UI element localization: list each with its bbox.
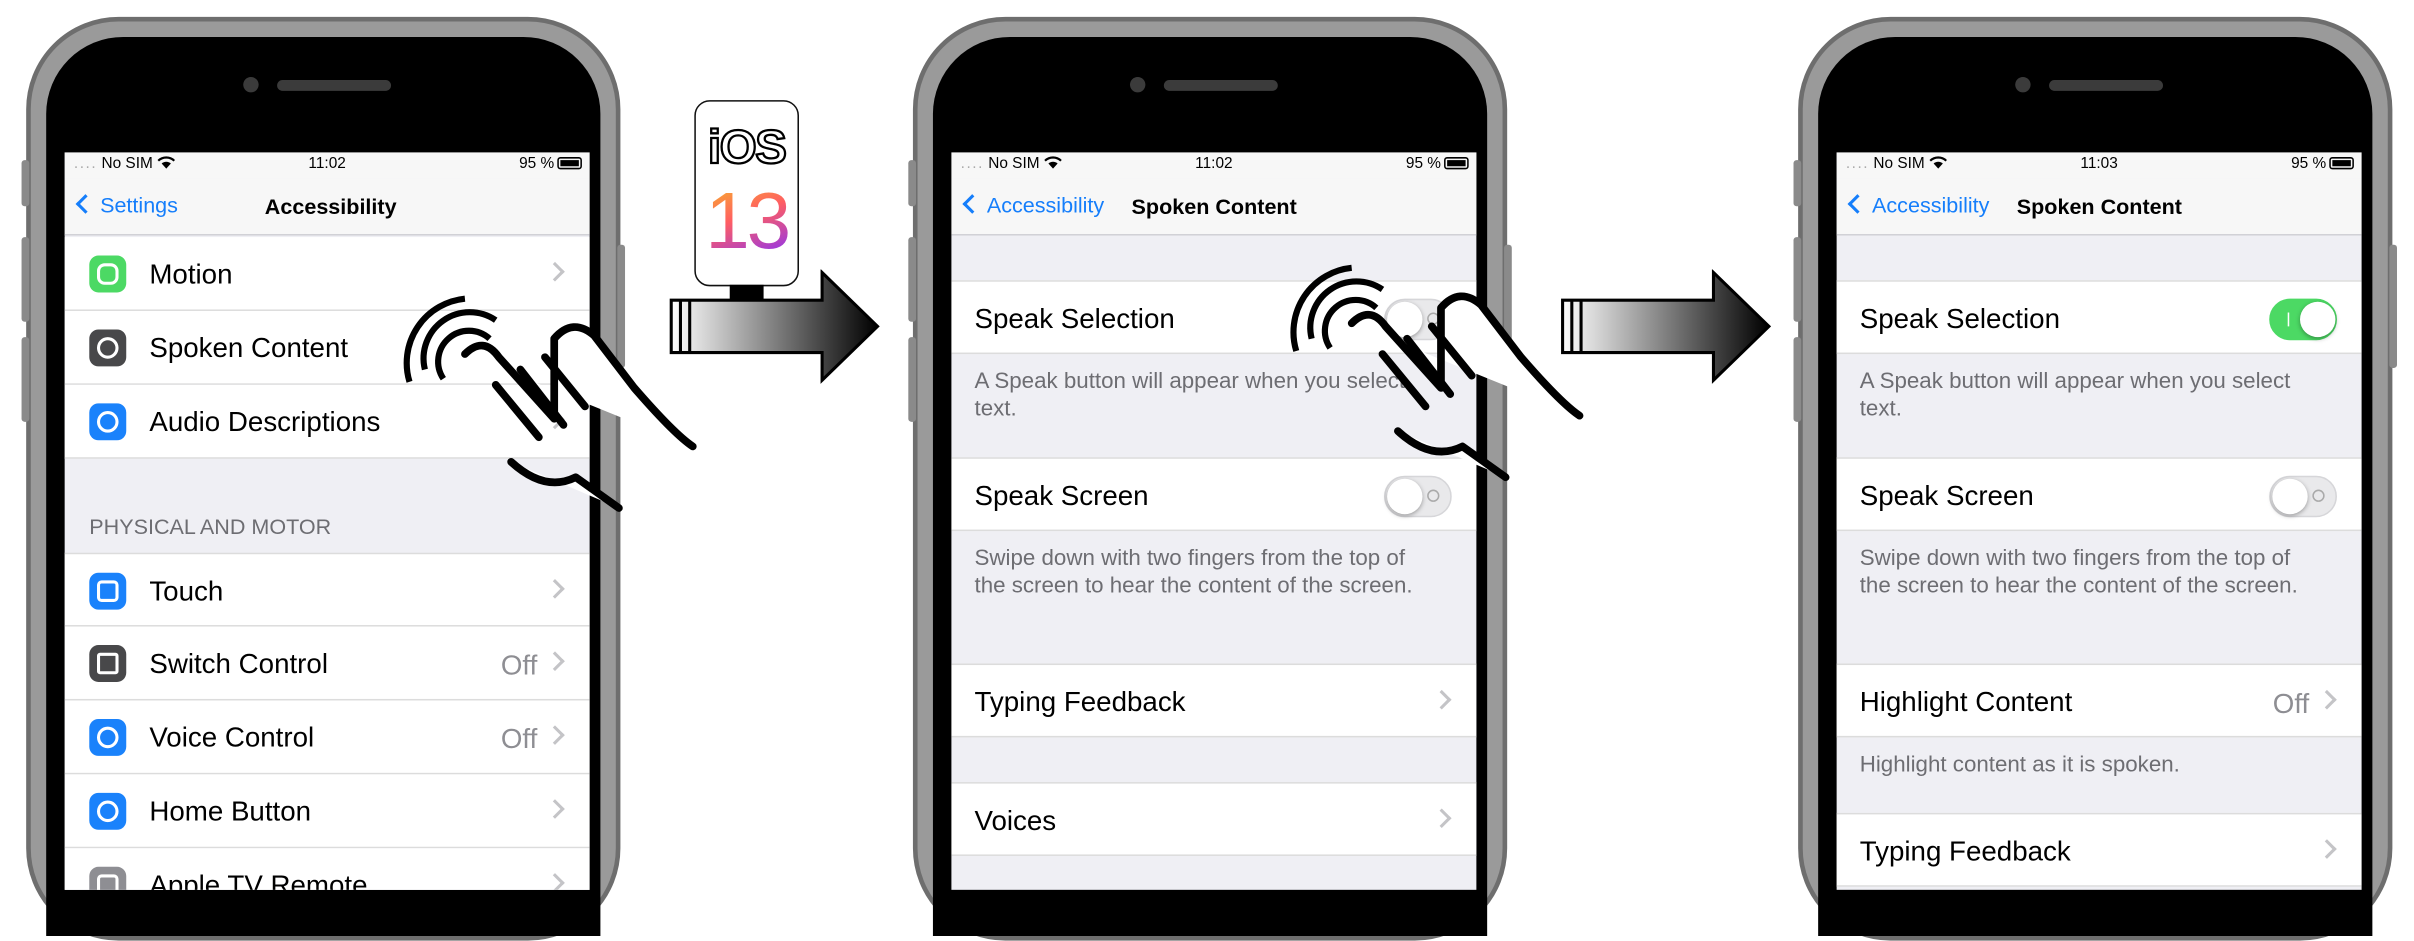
voice-control-icon bbox=[89, 718, 127, 756]
switch-control-icon bbox=[89, 645, 127, 682]
camera bbox=[2015, 76, 2031, 93]
row-label: Voices bbox=[974, 805, 1057, 836]
row-label: Speak Selection bbox=[1859, 303, 2060, 335]
status-bar: .... No SIM 11:02 95 % bbox=[64, 152, 590, 179]
tap-hand-icon bbox=[1290, 264, 1584, 482]
row-label: Home Button bbox=[149, 795, 312, 827]
camera bbox=[243, 76, 259, 93]
navigation-bar: Accessibility Spoken Content bbox=[951, 178, 1477, 236]
back-button[interactable]: Settings bbox=[75, 192, 178, 217]
version-number: 13 bbox=[696, 176, 798, 268]
row-label: Highlight Content bbox=[1859, 686, 2073, 718]
row-label: Audio Descriptions bbox=[149, 406, 381, 438]
chevron-right-icon bbox=[545, 579, 565, 599]
back-button[interactable]: Accessibility bbox=[962, 192, 1104, 217]
home-button-icon bbox=[89, 792, 127, 830]
row-touch[interactable]: Touch bbox=[64, 552, 590, 627]
page-title: Spoken Content bbox=[1131, 193, 1297, 219]
row-speak-selection: Speak Selection bbox=[1836, 280, 2362, 355]
row-value: Off bbox=[2272, 688, 2310, 719]
camera bbox=[1129, 76, 1146, 93]
speak-screen-toggle[interactable] bbox=[2269, 475, 2337, 518]
row-highlight-content[interactable]: Highlight Content Off bbox=[1836, 663, 2362, 738]
navigation-bar: Accessibility Spoken Content bbox=[1836, 178, 2362, 236]
speak-screen-footer: Swipe down with two fingers from the top… bbox=[974, 546, 1413, 599]
clock: 11:03 bbox=[2080, 155, 2118, 173]
chevron-right-icon bbox=[1431, 689, 1452, 710]
row-value: Off bbox=[500, 723, 538, 755]
row-label: Apple TV Remote bbox=[149, 869, 368, 890]
row-label: Typing Feedback bbox=[974, 686, 1186, 718]
ios-label: iOS bbox=[707, 119, 788, 175]
tutorial-illustration: .... No SIM 11:02 95 % Settings Accessib… bbox=[0, 0, 2414, 941]
screen-spoken-content-enabled: .... No SIM 11:03 95 % Accessibility Spo… bbox=[1836, 152, 2362, 890]
clock: 11:02 bbox=[1195, 155, 1233, 173]
chevron-right-icon bbox=[545, 725, 565, 745]
chevron-right-icon bbox=[1431, 808, 1452, 829]
touch-icon bbox=[89, 572, 127, 610]
page-title: Spoken Content bbox=[2016, 193, 2183, 219]
speak-selection-footer: A Speak button will appear when you sele… bbox=[1859, 369, 2291, 422]
page-title: Accessibility bbox=[264, 193, 397, 219]
battery-icon bbox=[2329, 157, 2354, 170]
spoken-content-icon bbox=[89, 329, 127, 367]
chevron-right-icon bbox=[2317, 689, 2337, 710]
earpiece bbox=[1163, 80, 1278, 91]
motion-icon bbox=[89, 255, 127, 293]
navigation-bar: Settings Accessibility bbox=[64, 178, 590, 236]
apple-tv-remote-icon bbox=[89, 866, 127, 890]
chevron-right-icon bbox=[2317, 839, 2337, 859]
audio-descriptions-icon bbox=[89, 403, 127, 441]
battery-percent: 95 % bbox=[519, 155, 555, 173]
row-voice-control[interactable]: Voice Control Off bbox=[64, 700, 590, 775]
row-label: Speak Screen bbox=[974, 480, 1149, 512]
row-typing-feedback[interactable]: Typing Feedback bbox=[1836, 812, 2362, 887]
back-chevron-icon bbox=[962, 194, 982, 214]
section-header: PHYSICAL AND MOTOR bbox=[89, 514, 332, 539]
battery-icon bbox=[1444, 157, 1469, 170]
battery-percent: 95 % bbox=[2291, 155, 2327, 173]
chevron-right-icon bbox=[545, 799, 565, 819]
back-chevron-icon bbox=[1847, 194, 1868, 214]
right-arrow-icon bbox=[669, 269, 880, 384]
row-label: Speak Screen bbox=[1859, 480, 2034, 512]
row-label: Spoken Content bbox=[149, 332, 349, 364]
earpiece bbox=[2049, 80, 2163, 91]
row-label: Switch Control bbox=[149, 648, 328, 679]
speak-selection-toggle[interactable] bbox=[2269, 298, 2337, 341]
ios-13-badge: iOS 13 bbox=[694, 100, 800, 301]
battery-icon bbox=[557, 157, 582, 170]
back-button[interactable]: Accessibility bbox=[1847, 192, 1989, 217]
chevron-right-icon bbox=[545, 873, 565, 890]
row-home-button[interactable]: Home Button bbox=[64, 774, 590, 849]
back-chevron-icon bbox=[75, 194, 96, 214]
chevron-right-icon bbox=[545, 651, 565, 672]
row-label: Voice Control bbox=[149, 722, 315, 753]
earpiece bbox=[277, 80, 392, 91]
status-bar: .... No SIM 11:02 95 % bbox=[951, 152, 1477, 179]
row-label: Touch bbox=[149, 575, 224, 607]
row-value: Off bbox=[500, 649, 538, 681]
speak-screen-footer: Swipe down with two fingers from the top… bbox=[1859, 546, 2298, 599]
right-arrow-icon bbox=[1561, 269, 1772, 384]
battery-percent: 95 % bbox=[1405, 155, 1441, 173]
highlight-content-footer: Highlight content as it is spoken. bbox=[1859, 752, 2180, 778]
status-bar: .... No SIM 11:03 95 % bbox=[1836, 152, 2362, 179]
tap-hand-icon bbox=[403, 295, 697, 512]
row-switch-control[interactable]: Switch Control Off bbox=[64, 626, 590, 701]
screen-accessibility: .... No SIM 11:02 95 % Settings Accessib… bbox=[64, 152, 590, 890]
row-label: Speak Selection bbox=[974, 303, 1175, 335]
chevron-right-icon bbox=[545, 261, 565, 282]
row-label: Motion bbox=[149, 258, 233, 290]
clock: 11:02 bbox=[308, 155, 346, 173]
row-typing-feedback[interactable]: Typing Feedback bbox=[951, 663, 1477, 738]
row-apple-tv-remote[interactable]: Apple TV Remote bbox=[64, 848, 590, 890]
row-label: Typing Feedback bbox=[1859, 835, 2071, 867]
row-voices[interactable]: Voices bbox=[951, 782, 1477, 856]
row-speak-screen: Speak Screen bbox=[1836, 457, 2362, 532]
